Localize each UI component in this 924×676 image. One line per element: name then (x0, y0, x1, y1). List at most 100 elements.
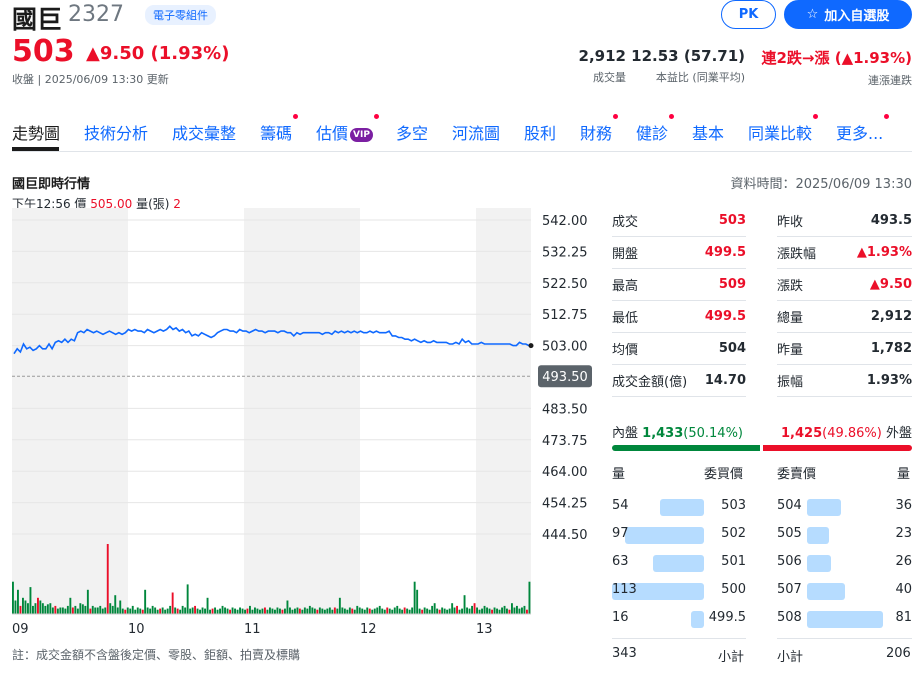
quote-row: 均價 504 (612, 333, 746, 365)
volume-bar (216, 609, 219, 614)
quote-value: 493.5 (870, 213, 912, 228)
volume-bar (526, 609, 528, 614)
volume-bar (179, 609, 182, 614)
y-tick-label: 454.25 (542, 497, 588, 512)
volume-bar (236, 609, 239, 614)
volume-bar (14, 600, 17, 614)
ask-price: 507 (777, 582, 802, 597)
volume-bar (443, 608, 446, 614)
quote-label: 總量 (777, 311, 804, 326)
tab-10[interactable]: 基本 (692, 120, 724, 144)
tab-4[interactable]: 估價 VIP (316, 114, 379, 144)
volume-bar (91, 605, 94, 614)
volume-bar (246, 608, 249, 614)
ask-row: 505 23 (777, 521, 912, 549)
tab-6[interactable]: 河流圖 (452, 120, 500, 144)
y-tick-label: 522.50 (542, 277, 588, 292)
bid-qty: 97 (612, 526, 629, 541)
volume-bar (194, 605, 196, 614)
add-watchlist-button[interactable]: ☆ 加入自選股 (784, 0, 912, 29)
volume-bar (196, 608, 199, 614)
volume-bar (64, 608, 67, 614)
notification-dot (813, 114, 819, 119)
volume-bar (458, 609, 461, 614)
volume-bar (146, 607, 149, 614)
quote-row: 開盤 499.5 (612, 237, 746, 269)
volume-bar (296, 607, 299, 614)
inner-pct: (50.14%) (683, 426, 743, 441)
bid-qty: 113 (612, 582, 637, 597)
volume-bar (124, 609, 127, 614)
volume-bar (189, 608, 192, 614)
quote-row: 總量 2,912 (777, 301, 912, 333)
tab-11[interactable]: 同業比較 (748, 114, 819, 144)
tab-0[interactable]: 走勢圖 (12, 120, 60, 144)
ask-price: 505 (777, 526, 802, 541)
volume-bar (321, 608, 324, 614)
volume-bar (264, 607, 266, 614)
tab-5[interactable]: 多空 (396, 120, 428, 144)
volume-bar (116, 607, 119, 614)
volume-bar (259, 609, 261, 614)
volume-bar (71, 607, 74, 614)
tab-7[interactable]: 股利 (524, 120, 556, 144)
volume-bar (348, 607, 351, 614)
x-tick-label: 12 (360, 622, 377, 637)
ask-qty: 23 (895, 526, 912, 541)
inner-volume: 內盤 1,433(50.14%) (612, 422, 743, 441)
intraday-chart[interactable]: 542.00 532.25 522.50 512.75 503.00 493.50 483.… (0, 208, 600, 648)
volume-bar (518, 608, 521, 614)
volume-bar (406, 608, 409, 614)
volume-bar (376, 607, 379, 614)
pk-button[interactable]: PK (721, 0, 776, 29)
volume-bar (181, 605, 184, 614)
volume-bar (316, 609, 319, 614)
volume-bar (478, 609, 481, 614)
y-tick-label: 542.00 (542, 214, 588, 229)
tab-3[interactable]: 籌碼 (260, 114, 299, 144)
volume-bar (456, 605, 458, 614)
volume-bar (109, 603, 112, 614)
quote-row: 最低 499.5 (612, 301, 746, 333)
volume-bar (29, 587, 32, 614)
inner-ratio-bar (612, 445, 760, 451)
volume-bar (54, 605, 57, 614)
volume-bar (336, 608, 339, 614)
volume-bar (523, 605, 526, 614)
bid-price: 500 (721, 582, 746, 597)
volume-bar (491, 609, 493, 614)
volume-bar (421, 609, 424, 614)
volume-bar (386, 607, 389, 614)
volume-bar (211, 608, 214, 614)
volume-bar (256, 608, 259, 614)
volume-bar (111, 605, 114, 614)
ask-depth-bar (807, 499, 841, 516)
volume-bar (471, 605, 473, 614)
volume-bar (161, 607, 164, 614)
tab-1[interactable]: 技術分析 (84, 120, 148, 144)
volume-bar (351, 608, 354, 614)
volume-bar (81, 604, 84, 614)
volume-bar (326, 608, 329, 614)
volume-bar (426, 608, 429, 614)
tab-9[interactable]: 健診 (636, 114, 675, 144)
y-tick-label: 503.00 (542, 340, 588, 355)
volume-bar (383, 609, 386, 614)
tab-8[interactable]: 財務 (580, 114, 619, 144)
volume-bar (149, 608, 152, 614)
volume-bar (486, 607, 488, 614)
tab-2[interactable]: 成交彙整 (172, 120, 236, 144)
y-tick-label: 464.00 (542, 465, 588, 480)
quote-label: 成交金額(億) (612, 375, 688, 390)
quote-row: 漲跌幅 ▲1.93% (777, 237, 912, 269)
bid-price: 501 (721, 554, 746, 569)
volume-bar (226, 608, 229, 614)
ask-total: 206 (886, 646, 911, 661)
volume-bar (17, 589, 19, 614)
volume-bar (291, 609, 294, 614)
industry-tag[interactable]: 電子零組件 (145, 5, 216, 25)
volume-bar (254, 607, 256, 614)
volume-bar (493, 607, 496, 614)
volume-bar (151, 605, 154, 614)
tab-12[interactable]: 更多... (836, 114, 890, 144)
